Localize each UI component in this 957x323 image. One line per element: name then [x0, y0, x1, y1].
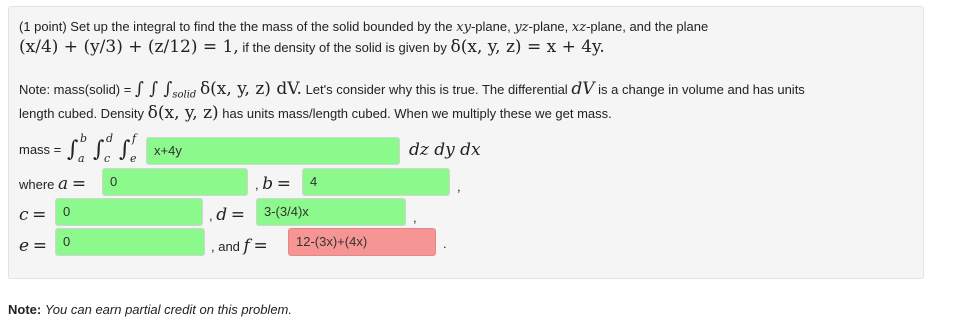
equals-c: =: [32, 205, 47, 225]
integral-sign-outer: ∫: [67, 137, 79, 162]
and-text: , and: [211, 239, 240, 254]
limit-b: b: [80, 132, 88, 145]
density-prefix: if the density of the solid is given by: [242, 40, 447, 55]
label-b: , b =: [255, 174, 291, 194]
input-a[interactable]: 0: [102, 168, 248, 196]
note-line1-text: Let's consider why this is true. The dif…: [305, 82, 568, 97]
problem-box: (1 point) Set up the integral to find th…: [8, 6, 924, 279]
integrand-input[interactable]: x+4y: [146, 137, 400, 165]
comma-after-b: ,: [457, 179, 461, 194]
mass-label: mass =: [19, 142, 62, 157]
equals-b: =: [276, 174, 292, 194]
differentials: dz dy dx: [409, 140, 481, 160]
note-dv: dV: [571, 79, 595, 99]
input-e[interactable]: 0: [55, 228, 205, 256]
equals-a: =: [71, 174, 87, 194]
input-b[interactable]: 4: [302, 168, 450, 196]
plane-equation: (x/4) + (y/3) + (z/12) = 1,: [19, 37, 239, 57]
problem-equation-line: (x/4) + (y/3) + (z/12) = 1, if the densi…: [19, 37, 605, 57]
var-b: b: [262, 174, 274, 194]
note-line1-end: is a change in volume and has units: [598, 82, 805, 97]
where-label: where a =: [19, 174, 86, 194]
var-e: e: [19, 236, 30, 256]
note-integral-signs: ∫ ∫ ∫: [134, 79, 173, 99]
note-line-1: Note: mass(solid) = ∫ ∫ ∫solid δ(x, y, z…: [19, 79, 805, 101]
limit-d: d: [106, 132, 114, 145]
where-text: where: [19, 177, 55, 192]
comma-d: ,: [209, 208, 213, 223]
input-f[interactable]: 12-(3x)+(4x): [288, 228, 436, 256]
problem-intro-text: (1 point) Set up the integral to find th…: [19, 19, 453, 34]
note-line2-suffix: has units mass/length cubed. When we mul…: [222, 106, 612, 121]
input-c[interactable]: 0: [55, 198, 203, 226]
note-density: δ(x, y, z): [147, 103, 219, 123]
limit-c: c: [104, 152, 111, 165]
plane-yz-suffix: -plane,: [528, 19, 569, 34]
density-function: δ(x, y, z) = x + 4y.: [450, 37, 605, 57]
partial-credit-note: Note: You can earn partial credit on thi…: [8, 302, 292, 317]
limit-f: f: [132, 132, 137, 145]
problem-intro-line: (1 point) Set up the integral to find th…: [19, 19, 708, 35]
label-e: e =: [19, 236, 47, 256]
integral-sign-inner: ∫: [119, 137, 131, 162]
comma-after-d: ,: [413, 210, 417, 225]
note-line2-prefix: length cubed. Density: [19, 106, 145, 121]
input-d[interactable]: 3-(3/4)x: [256, 198, 406, 226]
period-after-f: .: [443, 236, 447, 251]
plane-yz: yz: [514, 20, 529, 35]
label-d: , d =: [209, 205, 245, 225]
plane-xy: xy: [456, 20, 471, 35]
label-c: c =: [19, 205, 46, 225]
var-a: a: [58, 174, 69, 194]
note-integrand: δ(x, y, z) dV.: [199, 79, 302, 99]
note-mass-label: Note: mass(solid) =: [19, 82, 132, 97]
label-f: , and f =: [211, 236, 268, 256]
equals-f: =: [253, 236, 268, 256]
equals-e: =: [32, 236, 47, 256]
var-d: d: [216, 205, 228, 225]
limit-a: a: [78, 152, 85, 165]
note-integral-subscript: solid: [172, 89, 197, 101]
limit-e: e: [130, 152, 137, 165]
comma-b: ,: [255, 177, 259, 192]
integral-sign-middle: ∫: [93, 137, 105, 162]
triple-integral: ∫ b a ∫ d c ∫ f e: [67, 132, 151, 167]
plane-xy-suffix: -plane,: [470, 19, 511, 34]
var-f: f: [243, 236, 250, 256]
note-text: You can earn partial credit on this prob…: [44, 302, 292, 317]
equals-d: =: [230, 205, 246, 225]
note-line-2: length cubed. Density δ(x, y, z) has uni…: [19, 103, 612, 123]
plane-xz-suffix: -plane, and the plane: [586, 19, 709, 34]
plane-xz: xz: [571, 20, 587, 35]
note-label: Note:: [8, 302, 42, 317]
var-c: c: [19, 205, 29, 225]
